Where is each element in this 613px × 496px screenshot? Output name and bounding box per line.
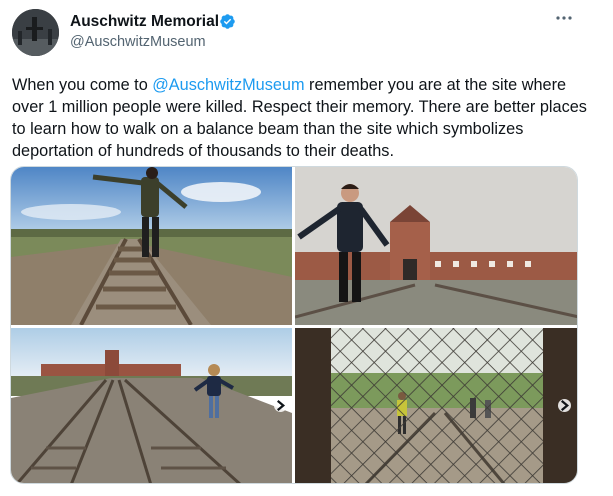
author-handle[interactable]: @AuschwitzMuseum (70, 34, 206, 50)
photo-3-image (11, 328, 292, 483)
chevron-right-icon (561, 400, 570, 411)
more-options-icon (556, 16, 572, 20)
photo-1[interactable] (11, 167, 292, 325)
tweet-text-start: When you come to (12, 76, 153, 94)
tweet-text: When you come to @AuschwitzMuseum rememb… (12, 74, 597, 162)
photo-3[interactable] (11, 328, 292, 483)
photo-2-image (295, 167, 577, 325)
media-grid (10, 166, 578, 484)
carousel-nav-button-2[interactable] (558, 399, 571, 412)
photo-1-image (11, 167, 292, 325)
author-name[interactable]: Auschwitz Memorial (70, 13, 219, 31)
chevron-right-icon (277, 400, 286, 411)
verified-badge-icon (220, 14, 235, 29)
photo-4[interactable] (295, 328, 577, 483)
avatar-photo-icon (12, 9, 59, 56)
carousel-nav-button[interactable] (274, 399, 287, 412)
photo-2[interactable] (295, 167, 577, 325)
mention-link[interactable]: @AuschwitzMuseum (152, 76, 304, 94)
author-avatar[interactable] (12, 9, 59, 56)
photo-4-image (295, 328, 577, 483)
more-options-button[interactable] (551, 8, 577, 28)
tweet: Auschwitz Memorial @AuschwitzMuseum When… (0, 0, 613, 496)
